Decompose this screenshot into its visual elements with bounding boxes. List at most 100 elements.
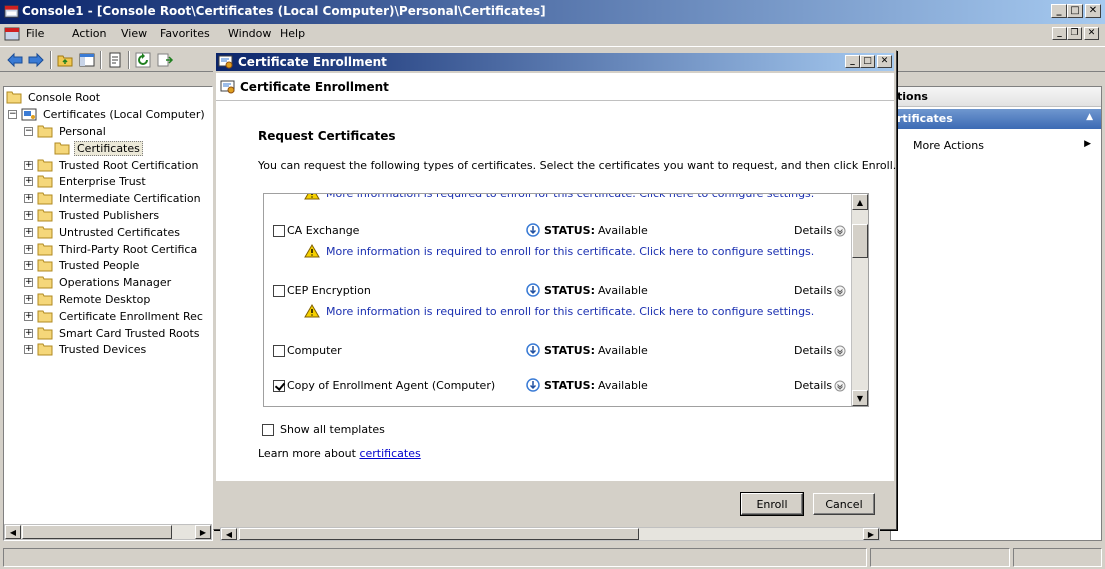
certificate-row[interactable]: CEP Encryption — [273, 284, 371, 297]
scroll-up-icon[interactable]: ▲ — [852, 194, 868, 210]
tree-node-personal[interactable]: − Personal — [24, 123, 108, 139]
export-list-icon[interactable] — [156, 51, 174, 69]
certificate-list[interactable]: More information is required to enroll f… — [263, 193, 869, 407]
tree-node-certificates[interactable]: Certificates — [54, 140, 143, 156]
close-icon[interactable]: ✕ — [1085, 4, 1101, 18]
certificate-list-scrollbar[interactable]: ▲ ▼ — [851, 194, 868, 406]
expand-icon[interactable]: + — [24, 244, 33, 254]
certificate-checkbox[interactable] — [273, 379, 285, 392]
certificate-name: CA Exchange — [287, 224, 360, 237]
dialog-close-icon[interactable]: ✕ — [877, 55, 892, 68]
certificate-name: Copy of Enrollment Agent (Computer) — [287, 379, 496, 392]
expand-icon[interactable]: + — [24, 294, 33, 304]
dialog-titlebar[interactable]: Certificate Enrollment _ □ ✕ — [216, 53, 894, 71]
tree-node-certificates-local[interactable]: − Certificates (Local Computer) — [8, 106, 207, 122]
tree-node-store[interactable]: + Certificate Enrollment Rec — [24, 308, 205, 324]
certificate-checkbox[interactable] — [273, 224, 285, 237]
menu-help[interactable]: Help — [280, 27, 305, 40]
collapse-icon[interactable]: − — [24, 126, 33, 136]
expand-icon[interactable]: + — [24, 194, 33, 204]
tree-node-store[interactable]: + Smart Card Trusted Roots — [24, 325, 202, 341]
certificates-link[interactable]: certificates — [359, 447, 420, 460]
window-titlebar[interactable]: Console1 - [Console Root\Certificates (L… — [0, 0, 1105, 24]
warning-link-partial[interactable]: More information is required to enroll f… — [304, 194, 814, 200]
results-horizontal-scrollbar[interactable]: ◀ ▶ — [220, 527, 880, 541]
back-arrow-icon[interactable] — [6, 51, 24, 69]
expand-icon[interactable]: + — [24, 227, 33, 237]
expand-icon[interactable]: + — [24, 210, 33, 220]
menu-action[interactable]: Action — [72, 27, 106, 40]
refresh-icon[interactable] — [134, 51, 152, 69]
tree-node-store[interactable]: + Operations Manager — [24, 275, 173, 291]
certificate-row[interactable]: Computer — [273, 344, 342, 357]
expand-icon[interactable]: + — [24, 345, 33, 355]
expand-details-icon[interactable] — [834, 345, 846, 357]
details-toggle[interactable]: Details — [794, 284, 846, 297]
menu-window[interactable]: Window — [228, 27, 271, 40]
menu-favorites[interactable]: Favorites — [160, 27, 210, 40]
more-actions-link[interactable]: More Actions — [913, 139, 984, 152]
mdi-close-icon[interactable]: ✕ — [1084, 27, 1099, 40]
details-toggle[interactable]: Details — [794, 344, 846, 357]
tree-node-store[interactable]: + Remote Desktop — [24, 291, 152, 307]
tree-node-console-root[interactable]: Console Root — [6, 89, 102, 105]
restore-icon[interactable]: □ — [1067, 4, 1083, 18]
certificate-row[interactable]: CA Exchange — [273, 224, 359, 237]
tree-node-store[interactable]: + Intermediate Certification — [24, 191, 203, 207]
scroll-thumb[interactable] — [239, 528, 639, 540]
scroll-down-icon[interactable]: ▼ — [852, 390, 868, 406]
properties-icon[interactable] — [106, 51, 124, 69]
details-toggle[interactable]: Details — [794, 224, 846, 237]
forward-arrow-icon[interactable] — [27, 51, 45, 69]
certificate-row[interactable]: Copy of Enrollment Agent (Computer) — [273, 379, 495, 392]
expand-details-icon[interactable] — [834, 380, 846, 392]
mdi-restore-icon[interactable]: ❐ — [1067, 27, 1082, 40]
actions-section-certificates[interactable]: rtificates ▲ — [891, 109, 1101, 129]
expand-details-icon[interactable] — [834, 225, 846, 237]
scroll-right-icon[interactable]: ▶ — [195, 525, 211, 539]
expand-icon[interactable]: + — [24, 160, 33, 170]
tree-horizontal-scrollbar[interactable]: ◀ ▶ — [4, 524, 212, 540]
tree-node-store[interactable]: + Trusted People — [24, 258, 141, 274]
scroll-left-icon[interactable]: ◀ — [5, 525, 21, 539]
scroll-thumb[interactable] — [22, 525, 172, 539]
enroll-button[interactable]: Enroll — [740, 492, 804, 516]
details-label: Details — [794, 224, 833, 237]
dialog-maximize-icon[interactable]: □ — [860, 55, 875, 68]
scroll-thumb[interactable] — [852, 224, 868, 258]
show-all-templates-checkbox[interactable] — [262, 423, 274, 436]
details-toggle[interactable]: Details — [794, 379, 846, 392]
certificate-checkbox[interactable] — [273, 284, 285, 297]
learn-more-text: Learn more about — [258, 447, 360, 460]
expand-icon[interactable]: + — [24, 261, 33, 271]
cancel-button[interactable]: Cancel — [813, 493, 875, 515]
scroll-left-icon[interactable]: ◀ — [221, 528, 237, 540]
configure-settings-link[interactable]: More information is required to enroll f… — [304, 304, 814, 318]
dialog-minimize-icon[interactable]: _ — [845, 55, 860, 68]
tree-node-store[interactable]: + Trusted Root Certification — [24, 157, 200, 173]
tree-node-store[interactable]: + Trusted Publishers — [24, 207, 161, 223]
show-all-templates[interactable]: Show all templates — [262, 423, 385, 436]
expand-details-icon[interactable] — [834, 285, 846, 297]
console-tree[interactable]: Console Root − Certificates (Local Compu… — [3, 86, 213, 541]
expand-icon[interactable]: + — [24, 278, 33, 288]
collapse-icon[interactable]: − — [8, 109, 17, 119]
tree-node-store[interactable]: + Third-Party Root Certifica — [24, 241, 199, 257]
tree-node-store[interactable]: + Untrusted Certificates — [24, 224, 182, 240]
menu-file[interactable]: File — [26, 27, 44, 40]
collapse-up-icon[interactable]: ▲ — [1086, 112, 1093, 122]
minimize-icon[interactable]: _ — [1051, 4, 1067, 18]
mdi-minimize-icon[interactable]: _ — [1052, 27, 1067, 40]
tree-node-store[interactable]: + Enterprise Trust — [24, 174, 148, 190]
expand-icon[interactable]: + — [24, 311, 33, 321]
menu-view[interactable]: View — [121, 27, 147, 40]
tree-node-store[interactable]: + Trusted Devices — [24, 342, 148, 358]
show-hide-tree-icon[interactable] — [78, 51, 96, 69]
mmc-menu-icon[interactable] — [4, 26, 20, 42]
configure-settings-link[interactable]: More information is required to enroll f… — [304, 244, 814, 258]
expand-icon[interactable]: + — [24, 177, 33, 187]
scroll-right-icon[interactable]: ▶ — [863, 528, 879, 540]
certificate-checkbox[interactable] — [273, 344, 285, 357]
up-folder-icon[interactable] — [56, 51, 74, 69]
expand-icon[interactable]: + — [24, 328, 33, 338]
